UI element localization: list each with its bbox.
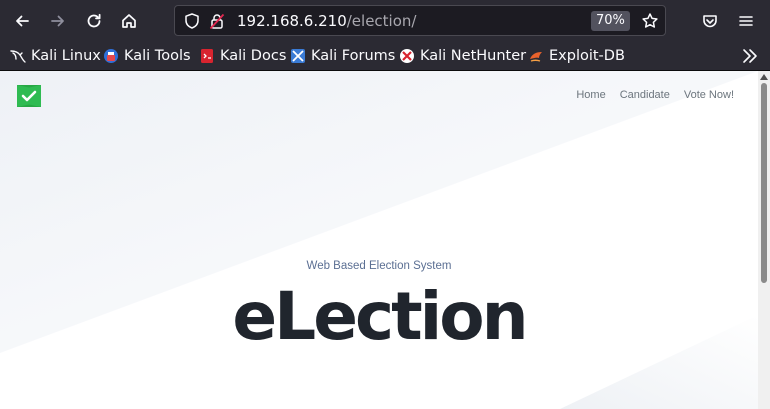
home-button[interactable]: [114, 6, 144, 36]
bookmark-kali-nethunter[interactable]: Kali NetHunter: [399, 45, 526, 67]
kali-forums-icon: [291, 49, 305, 63]
page-content: Home Candidate Vote Now! Web Based Elect…: [0, 71, 758, 409]
reload-icon: [87, 13, 101, 28]
kali-tools-icon: [104, 49, 118, 63]
bookmark-label: Kali Linux: [31, 48, 101, 64]
insecure-lock-icon[interactable]: [208, 12, 226, 30]
bookmarks-toolbar: Kali Linux Kali Tools Kali Docs Kali For…: [0, 41, 770, 71]
shield-icon[interactable]: [183, 12, 201, 30]
scrollbar-thumb[interactable]: [761, 83, 767, 283]
bookmark-kali-forums[interactable]: Kali Forums: [290, 45, 395, 67]
bookmark-label: Kali Tools: [124, 48, 191, 64]
scroll-up-arrow-icon[interactable]: [760, 74, 768, 80]
url-host: 192.168.6.210: [237, 12, 347, 30]
url-text[interactable]: 192.168.6.210/election/: [237, 11, 416, 31]
bookmark-star-icon[interactable]: [641, 12, 659, 30]
browser-toolbar: 192.168.6.210/election/ 70%: [0, 0, 770, 41]
bookmark-exploit-db[interactable]: Exploit-DB: [528, 45, 625, 67]
forward-arrow-icon: [51, 15, 64, 27]
bookmark-label: Kali Docs: [220, 48, 287, 64]
forward-button[interactable]: [43, 6, 73, 36]
bookmarks-overflow-chevron-icon[interactable]: [740, 47, 760, 65]
zoom-level-badge[interactable]: 70%: [591, 11, 630, 31]
pocket-button[interactable]: [695, 6, 725, 36]
menu-icon: [739, 16, 753, 26]
menu-button[interactable]: [731, 6, 761, 36]
bookmark-kali-docs[interactable]: Kali Docs: [199, 45, 286, 67]
page-scrollbar[interactable]: [758, 71, 770, 409]
bookmark-kali-tools[interactable]: Kali Tools: [103, 45, 191, 67]
nav-link-home[interactable]: Home: [576, 89, 605, 101]
nav-link-candidate[interactable]: Candidate: [620, 89, 670, 101]
kali-dragon-icon: [10, 50, 26, 63]
home-icon: [122, 14, 136, 28]
pocket-icon: [703, 15, 717, 28]
kali-docs-icon: [201, 49, 213, 63]
hero-title: eLection: [232, 278, 528, 355]
hero-background: [0, 71, 758, 409]
back-arrow-icon: [16, 15, 29, 27]
nav-link-vote-now[interactable]: Vote Now!: [684, 89, 734, 101]
checkmark-flag-logo-icon[interactable]: [17, 85, 41, 107]
exploit-db-icon: [530, 52, 542, 62]
reload-button[interactable]: [79, 6, 109, 36]
url-path: /election/: [346, 12, 417, 30]
site-nav: Home Candidate Vote Now!: [576, 89, 734, 101]
bookmark-kali-linux[interactable]: Kali Linux: [10, 45, 101, 67]
bookmark-label: Kali NetHunter: [420, 48, 527, 64]
bookmark-label: Kali Forums: [311, 48, 396, 64]
url-bar[interactable]: 192.168.6.210/election/ 70%: [174, 5, 666, 36]
bookmark-label: Exploit-DB: [549, 48, 625, 64]
hero-subtitle: Web Based Election System: [306, 260, 452, 272]
nethunter-icon: [400, 49, 414, 63]
back-button[interactable]: [7, 6, 37, 36]
